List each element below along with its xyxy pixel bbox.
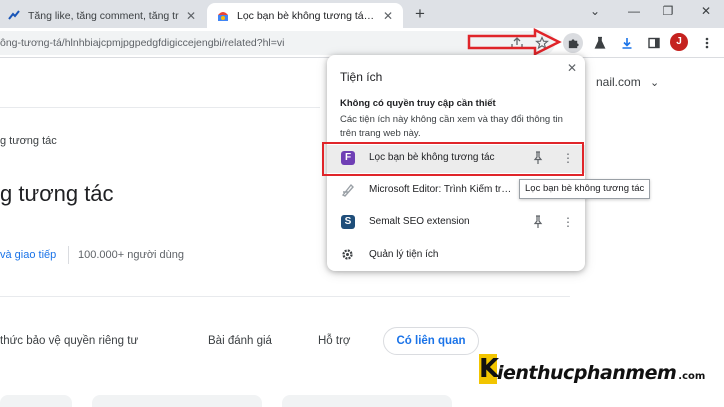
labs-flask-icon[interactable]: [591, 34, 609, 52]
tab-support[interactable]: Hỗ trợ: [318, 335, 350, 347]
new-tab-icon[interactable]: +: [410, 4, 430, 24]
extension-row-semalt[interactable]: S Semalt SEO extension ⋮: [327, 209, 585, 237]
tab-favicon-icon: [8, 9, 20, 20]
related-card[interactable]: [92, 395, 262, 407]
browser-tab-1[interactable]: Tăng like, tăng comment, tăng tr ✕: [0, 3, 206, 28]
tab-privacy[interactable]: thức bảo vệ quyền riêng tư: [0, 335, 138, 347]
account-selector[interactable]: nail.com ⌄: [596, 75, 659, 89]
browser-window: Tăng like, tăng comment, tăng tr ✕ Lọc b…: [0, 0, 724, 407]
browser-tab-title: Lọc bạn bè không tương tác - Cl: [237, 9, 379, 22]
extensions-puzzle-icon[interactable]: [563, 33, 583, 53]
window-close-icon[interactable]: ✕: [694, 4, 718, 22]
popup-title: Tiện ích: [340, 70, 383, 84]
pin-icon[interactable]: [530, 214, 546, 230]
address-url: ông-tương-tá/hlnhbiajcpmjpgpedgfdigiccej…: [0, 37, 285, 49]
annotation-highlight-box: [322, 142, 584, 176]
webstore-favicon-icon: [218, 11, 228, 21]
tooltip: Lọc bạn bè không tương tác: [519, 179, 651, 199]
maximize-icon[interactable]: ❐: [656, 4, 680, 22]
divider: [68, 246, 69, 264]
semalt-extension-icon: S: [341, 215, 355, 229]
tab-related[interactable]: Có liên quan: [383, 327, 479, 355]
gear-icon: [342, 249, 353, 260]
watermark-logo: K ienthucphanmem .com: [479, 350, 705, 384]
manage-extensions-label: Quản lý tiện ích: [369, 249, 439, 260]
watermark-suffix: .com: [678, 371, 706, 382]
browser-tab-title: Tăng like, tăng comment, tăng tr: [28, 9, 179, 22]
page-title: g tương tác: [0, 181, 114, 206]
no-access-heading: Không có quyền truy cập cần thiết: [340, 98, 496, 109]
divider: [0, 107, 320, 108]
browser-toolbar: ông-tương-tá/hlnhbiajcpmjpgpedgfdigiccej…: [0, 28, 724, 58]
account-email: nail.com: [596, 75, 641, 89]
users-count: 100.000+ người dùng: [78, 249, 185, 261]
more-options-icon[interactable]: ⋮: [560, 214, 576, 230]
tab-strip: Tăng like, tăng comment, tăng tr ✕ Lọc b…: [0, 0, 724, 28]
category-link[interactable]: và giao tiếp: [0, 249, 56, 261]
divider: [0, 296, 570, 297]
microsoft-editor-icon: [341, 183, 354, 197]
watermark-letter: K: [479, 354, 500, 384]
extension-name: Microsoft Editor: Trình Kiểm tra...: [369, 184, 514, 195]
close-icon[interactable]: ✕: [563, 59, 581, 77]
profile-avatar[interactable]: J: [670, 33, 688, 51]
chevron-down-icon: ⌄: [650, 77, 660, 89]
manage-extensions-row[interactable]: Quản lý tiện ích: [327, 243, 585, 267]
minimize-icon[interactable]: —: [622, 4, 646, 22]
tab-close-icon[interactable]: ✕: [182, 9, 200, 23]
browser-menu-icon[interactable]: [698, 34, 716, 52]
tab-reviews[interactable]: Bài đánh giá: [208, 335, 272, 347]
tab-close-icon[interactable]: ✕: [379, 9, 397, 23]
side-panel-icon[interactable]: [645, 34, 663, 52]
breadcrumb[interactable]: g tương tác: [0, 135, 57, 147]
annotation-arrow-icon: [467, 27, 562, 57]
browser-tab-2[interactable]: Lọc bạn bè không tương tác - Cl ✕: [207, 3, 403, 28]
no-access-description: Các tiện ích này không cần xem và thay đ…: [340, 114, 563, 139]
related-card[interactable]: [282, 395, 452, 407]
related-card[interactable]: [0, 395, 72, 407]
tab-search-chevron-icon[interactable]: ⌄: [583, 4, 607, 22]
extension-name: Semalt SEO extension: [369, 216, 470, 227]
downloads-icon[interactable]: [618, 34, 636, 52]
watermark-text: ienthucphanmem: [497, 362, 677, 384]
